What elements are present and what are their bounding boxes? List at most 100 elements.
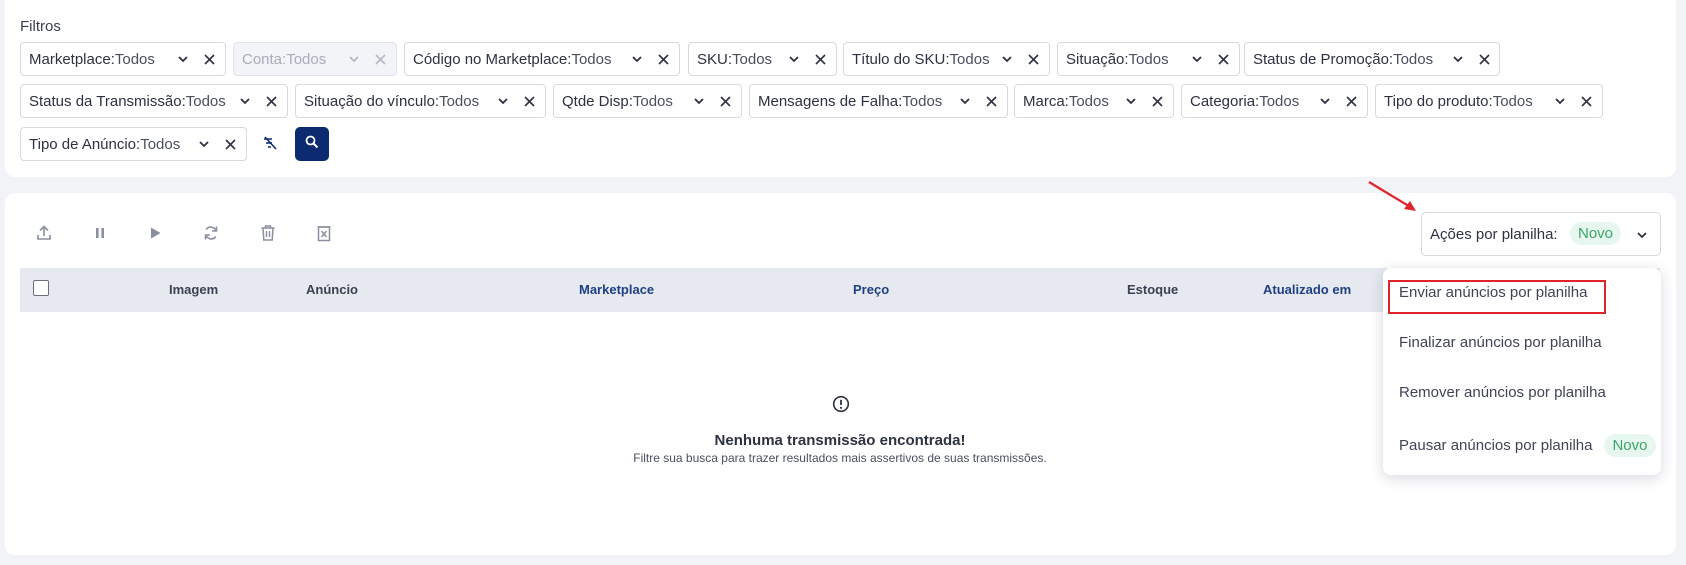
- annotation-arrow-icon: [1368, 181, 1416, 211]
- filter-value: Todos: [1128, 50, 1169, 68]
- column-header-imagem: Imagem: [169, 282, 219, 297]
- chevron-down-icon[interactable]: [176, 52, 190, 66]
- filter-chip-qtde-disp[interactable]: Qtde Disp: Todos: [553, 84, 742, 118]
- filter-chip-conta: Conta: Todos: [233, 42, 397, 76]
- filter-chip-tipo-anuncio[interactable]: Tipo de Anúncio: Todos: [20, 127, 247, 161]
- filters-title: Filtros: [20, 18, 61, 35]
- play-icon[interactable]: [144, 222, 166, 244]
- filter-chip-codigo-marketplace[interactable]: Código no Marketplace: Todos: [404, 42, 680, 76]
- close-icon[interactable]: [522, 94, 536, 108]
- column-header-estoque[interactable]: Estoque: [1127, 282, 1178, 297]
- filter-value: Todos: [732, 50, 773, 68]
- select-all-checkbox[interactable]: [33, 280, 49, 296]
- new-badge: Novo: [1604, 434, 1656, 457]
- filter-chip-marca[interactable]: Marca: Todos: [1014, 84, 1174, 118]
- chevron-down-icon[interactable]: [197, 137, 211, 151]
- menu-item-pausar[interactable]: Pausar anúncios por planilha Novo: [1399, 434, 1656, 457]
- column-header-atualizado-em[interactable]: Atualizado em: [1263, 282, 1351, 297]
- filter-chip-titulo-sku[interactable]: Título do SKU: Todos: [843, 42, 1050, 76]
- chevron-down-icon[interactable]: [1000, 52, 1014, 66]
- chevron-down-icon[interactable]: [238, 94, 252, 108]
- actions-label: Ações por planilha:: [1430, 225, 1558, 243]
- filter-chip-situacao[interactable]: Situação: Todos: [1057, 42, 1240, 76]
- chevron-down-icon[interactable]: [958, 94, 972, 108]
- empty-state-subtitle: Filtre sua busca para trazer resultados …: [633, 451, 1047, 465]
- filter-key: Título do SKU:: [852, 50, 950, 68]
- filter-value: Todos: [571, 50, 612, 68]
- column-header-preco[interactable]: Preço: [853, 282, 889, 297]
- delete-box-icon[interactable]: [313, 222, 335, 244]
- filter-value: Todos: [286, 50, 327, 68]
- empty-state-title: Nenhuma transmissão encontrada!: [714, 432, 966, 449]
- chevron-down-icon[interactable]: [1124, 94, 1138, 108]
- filter-chip-sku[interactable]: SKU: Todos: [688, 42, 837, 76]
- search-icon: [305, 135, 319, 154]
- close-icon[interactable]: [718, 94, 732, 108]
- chevron-down-icon[interactable]: [1553, 94, 1567, 108]
- filter-key: Qtde Disp:: [562, 92, 633, 110]
- chevron-down-icon[interactable]: [496, 94, 510, 108]
- filter-key: Situação do vínculo:: [304, 92, 440, 110]
- column-header-anuncio[interactable]: Anúncio: [306, 282, 358, 297]
- close-icon[interactable]: [984, 94, 998, 108]
- filter-value: Todos: [439, 92, 480, 110]
- close-icon[interactable]: [656, 52, 670, 66]
- filter-value: Todos: [1492, 92, 1533, 110]
- close-icon[interactable]: [202, 52, 216, 66]
- close-icon: [373, 52, 387, 66]
- filter-key: Tipo do produto:: [1384, 92, 1493, 110]
- menu-item-label: Pausar anúncios por planilha: [1399, 437, 1593, 454]
- filter-key: Marketplace:: [29, 50, 115, 68]
- close-icon[interactable]: [1150, 94, 1164, 108]
- filter-chip-marketplace[interactable]: Marketplace: Todos: [20, 42, 226, 76]
- trash-icon[interactable]: [257, 222, 279, 244]
- menu-item-enviar[interactable]: Enviar anúncios por planilha: [1399, 284, 1587, 301]
- filter-value: Todos: [114, 50, 155, 68]
- chevron-down-icon: [347, 52, 361, 66]
- menu-item-remover[interactable]: Remover anúncios por planilha: [1399, 384, 1606, 401]
- pause-icon[interactable]: [89, 222, 111, 244]
- filter-key: Tipo de Anúncio:: [29, 135, 141, 153]
- filter-chip-tipo-produto[interactable]: Tipo do produto: Todos: [1375, 84, 1603, 118]
- chevron-down-icon[interactable]: [692, 94, 706, 108]
- filter-key: Categoria:: [1190, 92, 1260, 110]
- close-icon[interactable]: [264, 94, 278, 108]
- column-header-marketplace[interactable]: Marketplace: [579, 282, 654, 297]
- close-icon[interactable]: [1477, 52, 1491, 66]
- filter-chip-situacao-vinculo[interactable]: Situação do vínculo: Todos: [295, 84, 546, 118]
- filter-key: Conta:: [242, 50, 287, 68]
- close-icon[interactable]: [1579, 94, 1593, 108]
- menu-item-label: Enviar anúncios por planilha: [1399, 284, 1588, 301]
- close-icon[interactable]: [223, 137, 237, 151]
- filter-key: Marca:: [1023, 92, 1069, 110]
- filter-chip-categoria[interactable]: Categoria: Todos: [1181, 84, 1368, 118]
- close-icon[interactable]: [813, 52, 827, 66]
- actions-menu: Enviar anúncios por planilha Finalizar a…: [1383, 268, 1661, 475]
- filter-chip-mensagens-falha[interactable]: Mensagens de Falha: Todos: [749, 84, 1008, 118]
- chevron-down-icon[interactable]: [1451, 52, 1465, 66]
- chevron-down-icon[interactable]: [1636, 228, 1648, 245]
- close-icon[interactable]: [1026, 52, 1040, 66]
- filter-value: Todos: [185, 92, 226, 110]
- clear-filters-icon[interactable]: [257, 130, 283, 156]
- chevron-down-icon[interactable]: [1318, 94, 1332, 108]
- chevron-down-icon[interactable]: [787, 52, 801, 66]
- alert-circle-icon: [832, 395, 850, 413]
- menu-item-finalizar[interactable]: Finalizar anúncios por planilha: [1399, 334, 1602, 351]
- search-button[interactable]: [295, 127, 329, 161]
- filter-key: Situação:: [1066, 50, 1129, 68]
- close-icon[interactable]: [1216, 52, 1230, 66]
- chevron-down-icon[interactable]: [1190, 52, 1204, 66]
- filter-key: Mensagens de Falha:: [758, 92, 903, 110]
- upload-icon[interactable]: [33, 222, 55, 244]
- filter-value: Todos: [1068, 92, 1109, 110]
- chevron-down-icon[interactable]: [630, 52, 644, 66]
- sync-icon[interactable]: [200, 222, 222, 244]
- filter-chip-status-promocao[interactable]: Status de Promoção: Todos: [1244, 42, 1500, 76]
- filter-key: Código no Marketplace:: [413, 50, 572, 68]
- actions-spreadsheet-dropdown[interactable]: Ações por planilha: Novo: [1421, 212, 1661, 256]
- filter-chip-status-transmissao[interactable]: Status da Transmissão: Todos: [20, 84, 288, 118]
- filter-value: Todos: [1259, 92, 1300, 110]
- close-icon[interactable]: [1344, 94, 1358, 108]
- menu-item-label: Finalizar anúncios por planilha: [1399, 334, 1602, 351]
